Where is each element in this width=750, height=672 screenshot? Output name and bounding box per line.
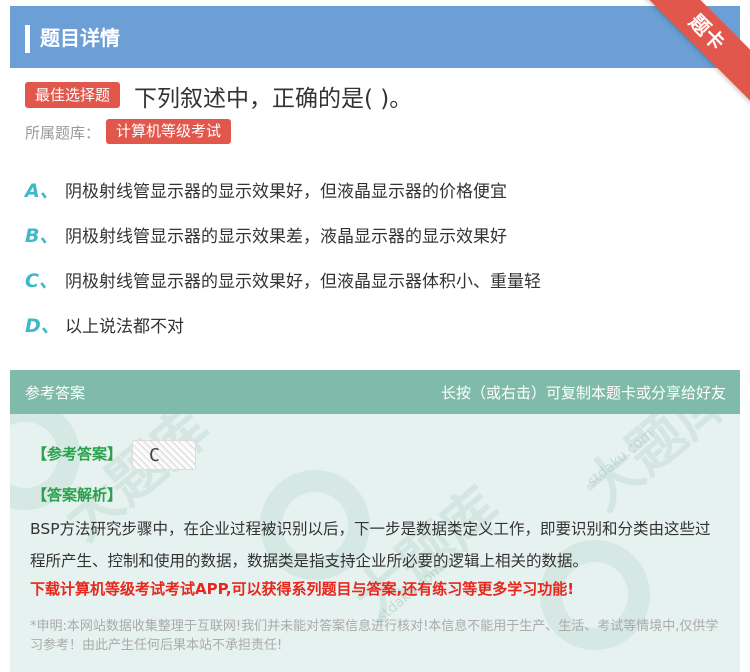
answer-image: C bbox=[132, 440, 196, 470]
option-text: 以上说法都不对 bbox=[65, 317, 184, 337]
option-a[interactable]: A、 阴极射线管显示器的显示效果好，但液晶显示器的价格便宜 bbox=[25, 176, 507, 202]
question-text: 下列叙述中，正确的是( )。 bbox=[134, 86, 413, 112]
option-d[interactable]: D、 以上说法都不对 bbox=[25, 311, 184, 337]
option-text: 阴极射线管显示器的显示效果好，但液晶显示器体积小、重量轻 bbox=[65, 272, 541, 292]
analysis-text: BSP方法研究步骤中，在企业过程被识别以后，下一步是数据类定义工作，即要识别和分… bbox=[30, 520, 711, 570]
ribbon-label: 题卡 bbox=[634, 0, 750, 105]
answer-header: 参考答案 长按（或右击）可复制本题卡或分享给好友 bbox=[10, 370, 740, 414]
corner-ribbon: 题卡 bbox=[610, 0, 750, 140]
app-promo-link[interactable]: 下载计算机等级考试考试APP,可以获得系列题目与答案,还有练习等更多学习功能! bbox=[30, 578, 574, 599]
option-b[interactable]: B、 阴极射线管显示器的显示效果差，液晶显示器的显示效果好 bbox=[25, 221, 507, 247]
question-type-badge: 最佳选择题 bbox=[25, 82, 121, 108]
disclaimer: *申明:本网站数据收集整理于互联网!我们并未能对答案信息进行核对!本信息不能用于… bbox=[30, 619, 719, 653]
bank-tag[interactable]: 计算机等级考试 bbox=[106, 119, 232, 144]
bank-label: 所属题库： bbox=[25, 124, 101, 142]
option-letter: C、 bbox=[25, 270, 58, 292]
option-text: 阴极射线管显示器的显示效果差，液晶显示器的显示效果好 bbox=[65, 227, 507, 247]
answer-header-title: 参考答案 bbox=[25, 384, 86, 402]
option-letter: A、 bbox=[25, 180, 59, 202]
option-letter: D、 bbox=[25, 315, 60, 337]
option-letter: B、 bbox=[25, 225, 59, 247]
analysis-label: 【答案解析】 bbox=[32, 486, 123, 504]
option-c[interactable]: C、 阴极射线管显示器的显示效果好，但液晶显示器体积小、重量轻 bbox=[25, 266, 541, 292]
answer-panel[interactable]: 大题库 大题库 大题库 stdaku.com stdaku.com 参考答案 长… bbox=[10, 370, 740, 672]
answer-value: C bbox=[149, 445, 160, 466]
share-hint: 长按（或右击）可复制本题卡或分享给好友 bbox=[440, 384, 726, 402]
reference-answer-label: 【参考答案】 bbox=[32, 445, 123, 463]
header-accent bbox=[25, 25, 30, 53]
page-title: 题目详情 bbox=[40, 26, 120, 50]
option-text: 阴极射线管显示器的显示效果好，但液晶显示器的价格便宜 bbox=[65, 182, 507, 202]
